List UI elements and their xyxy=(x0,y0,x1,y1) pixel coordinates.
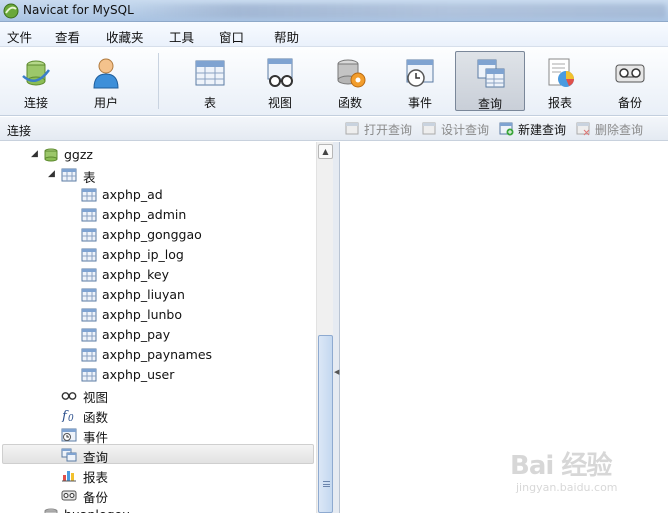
report-icon xyxy=(62,471,76,482)
tree-table-item[interactable]: axphp_lunbo xyxy=(0,305,316,325)
tree-table-item[interactable]: axphp_pay xyxy=(0,325,316,345)
backup-icon xyxy=(61,490,77,501)
expand-arrow-icon[interactable]: ◢ xyxy=(48,170,56,179)
tree-table-item[interactable]: axphp_liuyan xyxy=(0,285,316,305)
event-icon xyxy=(61,428,77,442)
menu-favorites[interactable]: 收藏夹 xyxy=(106,27,144,46)
function-icon xyxy=(337,59,366,88)
toolbar-connection-button[interactable]: 连接 xyxy=(1,51,71,111)
database-icon xyxy=(44,508,58,513)
table-icon xyxy=(195,60,225,86)
table-icon xyxy=(81,328,97,342)
toolbar-function-button[interactable]: 函数 xyxy=(315,51,385,111)
view-icon xyxy=(267,58,293,87)
tree-table-item[interactable]: axphp_ip_log xyxy=(0,245,316,265)
tree-queries-folder[interactable]: 查询 xyxy=(2,444,314,465)
menu-bar: 文件 查看 收藏夹 工具 窗口 帮助 xyxy=(0,22,668,47)
table-icon xyxy=(81,348,97,362)
toolbar-user-label: 用户 xyxy=(93,96,118,110)
connection-icon xyxy=(22,60,51,86)
tree-events-folder[interactable]: 事件 xyxy=(0,425,316,445)
toolbar-event-button[interactable]: 事件 xyxy=(385,51,455,111)
tree-views-folder[interactable]: 视图 xyxy=(0,385,316,405)
tree-table-item[interactable]: axphp_ad xyxy=(0,185,316,205)
tree-table-item[interactable]: axphp_admin xyxy=(0,205,316,225)
toolbar-table-label: 表 xyxy=(203,96,216,110)
table-icon xyxy=(81,248,97,262)
toolbar-query-label: 查询 xyxy=(477,97,502,111)
splitter-arrow-icon[interactable]: ◀ xyxy=(334,368,339,376)
query-icon xyxy=(477,59,505,88)
title-bar: Navicat for MySQL xyxy=(0,0,668,22)
tree-scrollbar[interactable]: ▲ xyxy=(316,142,333,513)
toolbar-backup-button[interactable]: 备份 xyxy=(595,51,665,111)
menu-view[interactable]: 查看 xyxy=(55,27,80,46)
table-icon xyxy=(81,228,97,242)
blurred-title-region xyxy=(130,4,666,18)
table-icon xyxy=(81,188,97,202)
menu-help[interactable]: 帮助 xyxy=(274,27,299,46)
tree-table-item[interactable]: axphp_gonggao xyxy=(0,225,316,245)
toolbar-function-label: 函数 xyxy=(337,96,362,110)
toolbar-report-button[interactable]: 报表 xyxy=(525,51,595,111)
report-icon xyxy=(548,58,574,87)
query-icon xyxy=(61,448,77,462)
expand-arrow-icon[interactable]: ◢ xyxy=(31,150,39,159)
tree-functions-folder[interactable]: f 0 函数 xyxy=(0,405,316,425)
object-toolbar: 连接 打开查询 设计查询 新建查询 删除查询 xyxy=(0,117,668,141)
connection-panel-title: 连接 xyxy=(7,124,32,138)
toolbar-report-label: 报表 xyxy=(547,96,572,110)
panel-splitter[interactable]: ◀ xyxy=(333,142,340,513)
tree-backups-folder[interactable]: 备份 xyxy=(0,485,316,505)
table-icon xyxy=(61,168,77,182)
menu-file[interactable]: 文件 xyxy=(7,27,32,46)
table-icon xyxy=(81,368,97,382)
table-icon xyxy=(81,208,97,222)
user-icon xyxy=(93,58,119,89)
main-toolbar: 连接 用户 表 视图 函数 事件 查询 报表 备份 xyxy=(0,47,668,116)
delete-query-icon xyxy=(576,122,590,136)
tree-tables-folder[interactable]: ◢ 表 xyxy=(0,165,316,185)
navicat-app-icon xyxy=(3,3,19,19)
database-icon xyxy=(44,148,58,162)
watermark-url: jingyan.baidu.com xyxy=(516,481,618,494)
tree-database-ggzz[interactable]: ◢ ggzz xyxy=(0,145,316,165)
tree-table-item[interactable]: axphp_paynames xyxy=(0,345,316,365)
toolbar-event-label: 事件 xyxy=(407,96,432,110)
design-query-icon xyxy=(422,122,436,135)
event-icon xyxy=(406,59,434,87)
scroll-up-arrow-icon[interactable]: ▲ xyxy=(318,144,333,159)
toolbar-query-button[interactable]: 查询 xyxy=(455,51,525,111)
scroll-thumb[interactable] xyxy=(318,335,333,513)
table-icon xyxy=(81,308,97,322)
connection-tree[interactable]: ◢ ggzz ◢ 表 axphp_ad axphp_admin axphp_go… xyxy=(0,142,333,513)
toolbar-backup-label: 备份 xyxy=(617,96,642,110)
open-query-icon xyxy=(345,122,359,135)
new-query-icon xyxy=(499,122,514,136)
toolbar-view-button[interactable]: 视图 xyxy=(245,51,315,111)
tree-table-item[interactable]: axphp_user xyxy=(0,365,316,385)
function-icon: f 0 xyxy=(61,409,74,422)
menu-window[interactable]: 窗口 xyxy=(219,27,244,46)
tree-reports-folder[interactable]: 报表 xyxy=(0,465,316,485)
table-icon xyxy=(81,268,97,282)
backup-icon xyxy=(615,64,645,83)
toolbar-user-button[interactable]: 用户 xyxy=(71,51,141,111)
scroll-grip-icon xyxy=(323,481,330,487)
svg-text:0: 0 xyxy=(68,414,74,422)
table-icon xyxy=(81,288,97,302)
toolbar-view-label: 视图 xyxy=(267,96,292,110)
toolbar-connection-label: 连接 xyxy=(23,96,48,110)
window-title: Navicat for MySQL xyxy=(23,3,134,17)
view-icon xyxy=(61,392,77,400)
toolbar-separator xyxy=(158,53,159,109)
toolbar-table-button[interactable]: 表 xyxy=(175,51,245,111)
menu-tools[interactable]: 工具 xyxy=(169,27,194,46)
watermark-logo: Bai 经验 xyxy=(510,451,612,481)
tree-database-next[interactable]: huanlegou xyxy=(0,505,316,513)
tree-table-item[interactable]: axphp_key xyxy=(0,265,316,285)
baidu-watermark: Bai 经验 jingyan.baidu.com xyxy=(510,445,660,505)
